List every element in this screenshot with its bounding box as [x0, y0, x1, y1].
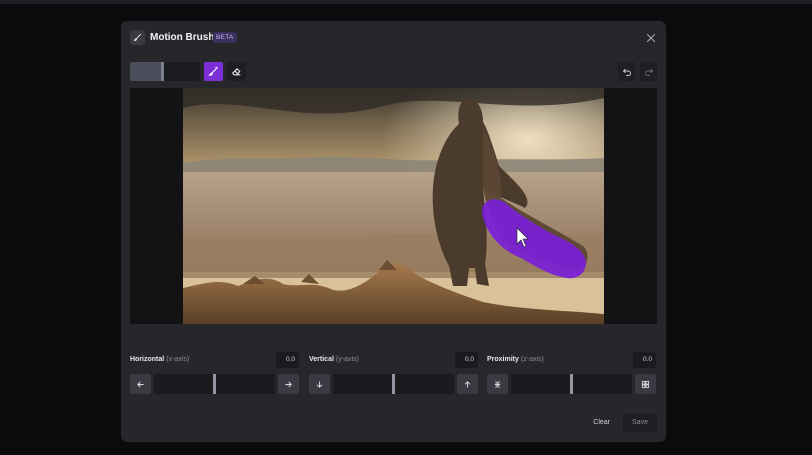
- brush-size-fill: [130, 62, 164, 81]
- brush-toolbar: [130, 62, 246, 81]
- arrow-down-icon: [316, 380, 323, 388]
- undo-button[interactable]: [618, 62, 635, 81]
- expand-icon: [641, 380, 650, 388]
- horizontal-slider-row: [130, 374, 299, 394]
- motion-brush-modal: Motion Brush BETA Horizontal (x-axis) 0.…: [121, 21, 666, 442]
- redo-button[interactable]: [640, 62, 657, 81]
- scene-image[interactable]: [183, 88, 604, 324]
- horizontal-increase-button[interactable]: [278, 374, 299, 394]
- arrow-up-icon: [464, 380, 471, 388]
- axis-label: Vertical (y-axis): [309, 356, 359, 363]
- redo-icon: [644, 68, 653, 76]
- modal-header: Motion Brush BETA: [121, 21, 666, 55]
- vertical-decrease-button[interactable]: [309, 374, 330, 394]
- clear-button[interactable]: Clear: [593, 419, 610, 426]
- brush-icon: [208, 66, 218, 77]
- save-button[interactable]: Save: [623, 414, 657, 432]
- vertical-slider-row: [309, 374, 478, 394]
- modal-title: Motion Brush: [150, 32, 215, 43]
- undo-icon: [622, 68, 631, 76]
- brush-icon: [130, 30, 145, 45]
- beta-badge: BETA: [213, 32, 237, 43]
- eraser-icon: [232, 68, 241, 76]
- brush-tool-button[interactable]: [204, 62, 223, 81]
- horizontal-value-input[interactable]: 0.0: [276, 352, 299, 368]
- brush-size-slider[interactable]: [130, 62, 200, 81]
- eraser-tool-button[interactable]: [227, 62, 246, 81]
- arrow-right-icon: [285, 381, 292, 387]
- brush-size-handle[interactable]: [161, 62, 164, 81]
- history-controls: [618, 62, 657, 81]
- horizontal-slider[interactable]: [154, 374, 275, 394]
- top-edge-strip: [0, 0, 812, 4]
- axis-label: Horizontal (x-axis): [130, 356, 190, 363]
- vertical-value-input[interactable]: 0.0: [455, 352, 478, 368]
- proximity-increase-button[interactable]: [635, 374, 656, 394]
- vertical-slider-handle[interactable]: [392, 374, 395, 394]
- shrink-icon: [494, 380, 501, 388]
- horizontal-slider-handle[interactable]: [213, 374, 216, 394]
- proximity-slider-row: [487, 374, 656, 394]
- proximity-decrease-button[interactable]: [487, 374, 508, 394]
- proximity-value-input[interactable]: 0.0: [633, 352, 656, 368]
- horizontal-decrease-button[interactable]: [130, 374, 151, 394]
- close-icon[interactable]: [645, 31, 657, 43]
- vertical-slider[interactable]: [333, 374, 454, 394]
- motion-brush-canvas[interactable]: [130, 88, 657, 324]
- arrow-left-icon: [137, 381, 144, 387]
- proximity-slider[interactable]: [511, 374, 632, 394]
- axis-label: Proximity (z-axis): [487, 356, 544, 363]
- proximity-slider-handle[interactable]: [570, 374, 573, 394]
- vertical-increase-button[interactable]: [457, 374, 478, 394]
